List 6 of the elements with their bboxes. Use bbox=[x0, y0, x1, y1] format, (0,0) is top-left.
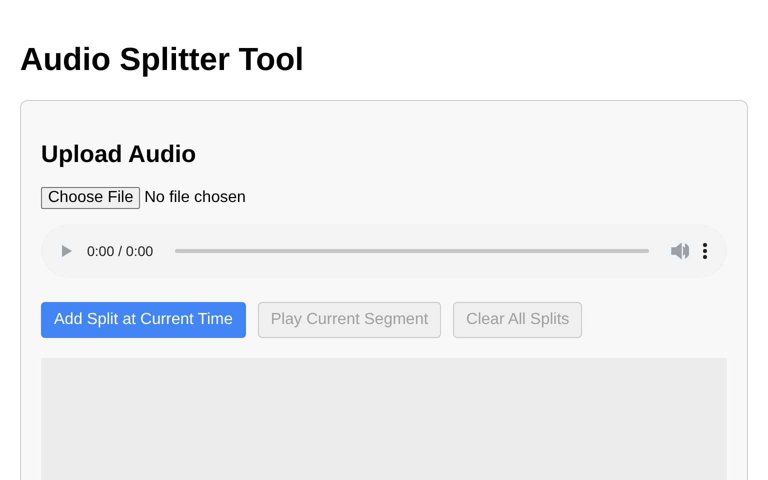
time-display: 0:00 / 0:00 bbox=[87, 243, 154, 259]
page-title: Audio Splitter Tool bbox=[20, 40, 304, 78]
section-heading: Upload Audio bbox=[41, 141, 196, 169]
choose-file-button[interactable]: Choose File bbox=[41, 187, 140, 209]
action-button[interactable]: Add Split at Current Time bbox=[41, 302, 246, 338]
file-status: No file chosen bbox=[144, 189, 246, 207]
